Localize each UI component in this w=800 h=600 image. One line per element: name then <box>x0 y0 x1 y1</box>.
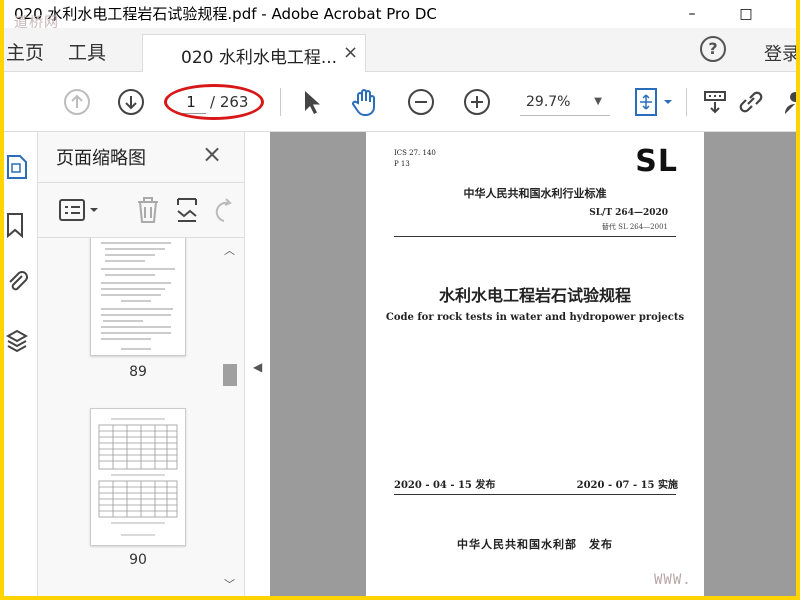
issue-date: 2020 - 04 - 15 发布 <box>394 480 496 491</box>
maximize-button[interactable]: □ <box>726 2 766 26</box>
rotate-icon[interactable] <box>212 195 236 229</box>
options-icon[interactable] <box>58 197 102 229</box>
hand-icon[interactable] <box>350 87 380 117</box>
thumbnails-panel: 页面缩略图 × 89 90 ︿ ﹀ <box>38 132 244 596</box>
document-title-en: Code for rock tests in water and hydropo… <box>385 312 685 323</box>
minimize-button[interactable]: – <box>672 2 712 26</box>
zoom-in-icon[interactable] <box>462 87 492 117</box>
zoom-out-icon[interactable] <box>406 87 436 117</box>
document-viewport[interactable]: ICS 27. 140 P 13 SL 中华人民共和国水利行业标准 SL/T 2… <box>270 132 796 596</box>
p-code: P 13 <box>394 160 410 168</box>
scrollbar-thumb[interactable] <box>223 364 237 386</box>
thumbnail-page[interactable] <box>90 408 186 546</box>
toolbar-divider <box>686 88 687 116</box>
arrow-down-circle-icon[interactable] <box>116 87 146 117</box>
link-icon[interactable] <box>736 87 766 117</box>
tools-icon[interactable] <box>700 87 730 117</box>
panel-close-button[interactable]: × <box>202 140 222 168</box>
chevron-down-icon[interactable]: ﹀ <box>224 576 235 592</box>
page-ics: ICS 27. 140 P 13 <box>394 148 436 170</box>
zoom-value: 29.7% <box>526 94 571 110</box>
trash-icon[interactable] <box>134 195 162 229</box>
main-toolbar: 1 / 263 29.7% ▼ <box>4 72 796 132</box>
standard-type: 中华人民共和国水利行业标准 <box>463 187 607 200</box>
login-button[interactable]: 登录 <box>764 40 796 66</box>
document-title-cn: 水利水电工程岩石试验规程 <box>438 286 631 305</box>
app-window: 020 水利水电工程岩石试验规程.pdf - Adobe Acrobat Pro… <box>4 0 796 596</box>
user-icon[interactable] <box>778 87 796 117</box>
tab-document[interactable]: 020 水利水电工程... × <box>142 34 366 72</box>
tab-tools[interactable]: 工具 <box>68 38 106 65</box>
sl-logo: SL <box>635 144 678 179</box>
help-icon[interactable]: ? <box>700 36 726 62</box>
tab-document-label: 020 水利水电工程... <box>181 48 338 68</box>
document-page: ICS 27. 140 P 13 SL 中华人民共和国水利行业标准 SL/T 2… <box>366 132 704 596</box>
chevron-up-icon[interactable]: ︿ <box>224 242 235 258</box>
attachment-icon[interactable] <box>6 268 28 294</box>
tab-home[interactable]: 主页 <box>6 38 44 65</box>
title-bar: 020 水利水电工程岩石试验规程.pdf - Adobe Acrobat Pro… <box>4 0 796 31</box>
divider-line <box>394 236 676 237</box>
thumbnail-page[interactable] <box>90 238 186 356</box>
implement-date: 2020 - 07 - 15 实施 <box>576 480 678 491</box>
panel-title: 页面缩略图 <box>56 148 146 169</box>
arrow-up-circle-icon[interactable] <box>62 87 92 117</box>
tab-close-button[interactable]: × <box>343 42 358 63</box>
extract-icon[interactable] <box>174 195 202 229</box>
chevron-left-icon: ◀ <box>253 360 263 374</box>
thumbnail-scrollbar[interactable]: ︿ ﹀ <box>220 238 238 596</box>
thumbnail-page-number: 90 <box>129 552 147 568</box>
standard-code: SL/T 264—2020 <box>589 208 668 218</box>
panel-collapse-handle[interactable]: ◀ <box>244 132 270 596</box>
navigation-rail <box>4 132 38 596</box>
layers-icon[interactable] <box>5 328 29 354</box>
ics-code: ICS 27. 140 <box>394 149 436 157</box>
thumbnail-page-number: 89 <box>129 364 147 380</box>
toolbar-divider <box>280 88 281 116</box>
panel-toolbar <box>38 182 244 238</box>
zoom-select[interactable]: 29.7% ▼ <box>520 88 610 116</box>
chevron-down-icon: ▼ <box>594 96 602 107</box>
bookmark-icon[interactable] <box>6 212 28 239</box>
select-arrow-icon[interactable] <box>296 87 326 117</box>
fit-page-icon[interactable] <box>632 87 676 117</box>
divider-line <box>394 494 676 495</box>
page-thumbnails-icon[interactable] <box>6 154 28 180</box>
watermark-bottom: WWW. <box>654 572 692 588</box>
publisher: 中华人民共和国水利部 发布 <box>457 538 613 551</box>
window-title: 020 水利水电工程岩石试验规程.pdf - Adobe Acrobat Pro… <box>14 5 437 23</box>
thumbnail-list: 89 90 ︿ ﹀ <box>38 238 244 596</box>
replaces-note: 替代 SL 264—2001 <box>601 223 668 231</box>
tab-bar: 主页 工具 020 水利水电工程... × ? 登录 <box>4 28 796 72</box>
annotation-oval <box>164 84 264 120</box>
